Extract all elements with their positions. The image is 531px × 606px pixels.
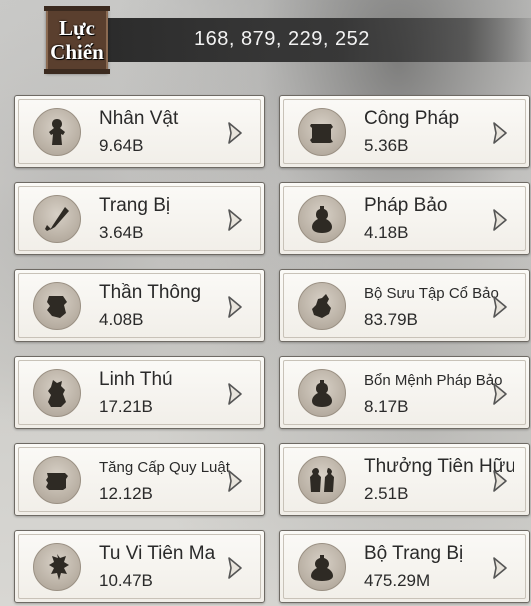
character-icon xyxy=(33,108,81,156)
chevron-right-icon[interactable] xyxy=(226,556,244,580)
combat-power-label: Lực Chiến xyxy=(50,16,104,64)
card-bon-menh-phap-bao[interactable]: Bổn Mệnh Pháp Bảo 8.17B xyxy=(279,356,530,429)
immortal-demon-icon xyxy=(33,543,81,591)
card-value: 4.18B xyxy=(364,223,409,242)
chevron-right-icon[interactable] xyxy=(226,382,244,406)
card-value: 17.21B xyxy=(99,397,153,416)
rule-upgrade-icon xyxy=(33,456,81,504)
gourd-icon xyxy=(298,369,346,417)
card-nhan-vat[interactable]: Nhân Vật 9.64B xyxy=(14,95,265,168)
card-value: 9.64B xyxy=(99,136,144,155)
card-bo-suu-tap-co-bao[interactable]: Bộ Sưu Tập Cổ Bảo 83.79B xyxy=(279,269,530,342)
spirit-beast-icon xyxy=(33,369,81,417)
card-value: 12.12B xyxy=(99,484,153,503)
card-value: 475.29M xyxy=(364,571,431,590)
card-bo-trang-bi[interactable]: Bộ Trang Bị 475.29M xyxy=(279,530,530,603)
companions-icon xyxy=(298,456,346,504)
equipment-icon xyxy=(33,195,81,243)
card-value: 2.51B xyxy=(364,484,409,503)
equipment-set-icon xyxy=(298,543,346,591)
divine-power-icon xyxy=(33,282,81,330)
card-cong-phap[interactable]: Công Pháp 5.36B xyxy=(279,95,530,168)
card-value: 5.36B xyxy=(364,136,409,155)
card-trang-bi[interactable]: Trang Bị 3.64B xyxy=(14,182,265,255)
card-than-thong[interactable]: Thần Thông 4.08B xyxy=(14,269,265,342)
tag-bottom-bar xyxy=(44,69,110,74)
chevron-right-icon[interactable] xyxy=(491,469,509,493)
chevron-right-icon[interactable] xyxy=(491,295,509,319)
chevron-right-icon[interactable] xyxy=(491,208,509,232)
combat-power-header: Lực Chiến 168, 879, 229, 252 xyxy=(0,0,531,92)
card-value: 3.64B xyxy=(99,223,144,242)
card-thuong-tien-huu[interactable]: Thưởng Tiên Hữu 2.51B xyxy=(279,443,530,516)
chevron-right-icon[interactable] xyxy=(491,556,509,580)
tag-top-bar xyxy=(44,6,110,11)
chevron-right-icon[interactable] xyxy=(226,121,244,145)
combat-power-tag: Lực Chiến xyxy=(44,6,110,74)
card-value: 10.47B xyxy=(99,571,153,590)
combat-power-value: 168, 879, 229, 252 xyxy=(194,28,370,50)
chevron-right-icon[interactable] xyxy=(226,208,244,232)
card-linh-thu[interactable]: Linh Thú 17.21B xyxy=(14,356,265,429)
card-tu-vi-tien-ma[interactable]: Tu Vi Tiên Ma 10.47B xyxy=(14,530,265,603)
chevron-right-icon[interactable] xyxy=(226,295,244,319)
collection-icon xyxy=(298,282,346,330)
chevron-right-icon[interactable] xyxy=(491,121,509,145)
card-value: 4.08B xyxy=(99,310,144,329)
card-tang-cap-quy-luat[interactable]: Tăng Cấp Quy Luật 12.12B xyxy=(14,443,265,516)
chevron-right-icon[interactable] xyxy=(491,382,509,406)
card-phap-bao[interactable]: Pháp Bảo 4.18B xyxy=(279,182,530,255)
treasure-gourd-icon xyxy=(298,195,346,243)
scroll-icon xyxy=(298,108,346,156)
card-value: 83.79B xyxy=(364,310,418,329)
card-value: 8.17B xyxy=(364,397,409,416)
chevron-right-icon[interactable] xyxy=(226,469,244,493)
